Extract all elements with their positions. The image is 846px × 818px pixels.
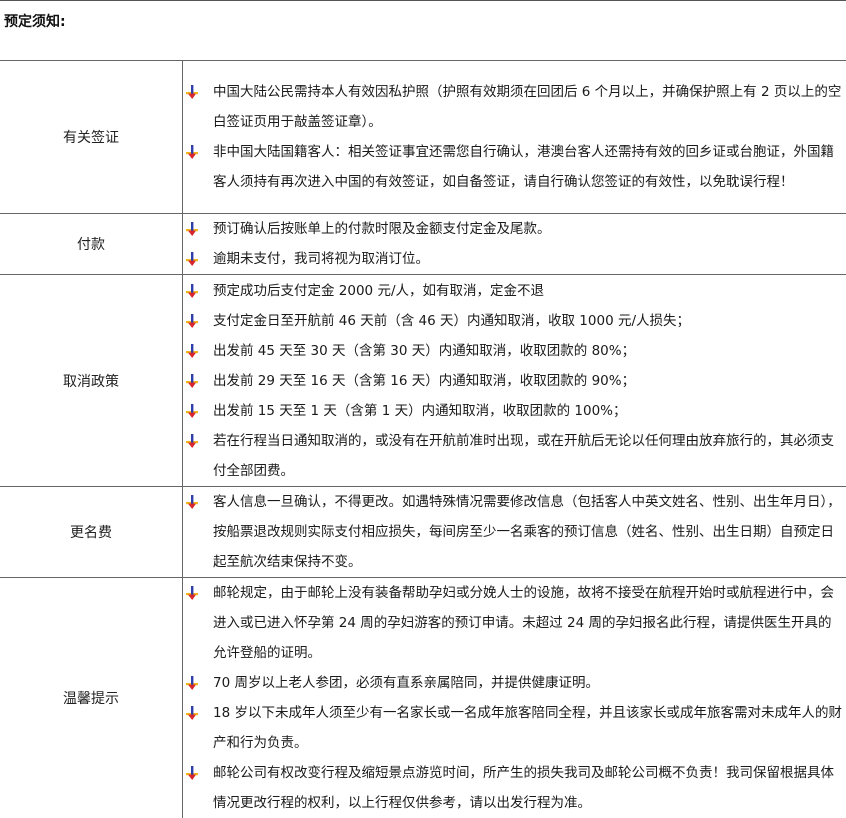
notice-table: 有关签证 中国大陆公民需持本人有效因私护照（护照有效期须在回团后 6 个月以上，… (0, 60, 846, 818)
pin-bullet-icon (185, 373, 199, 389)
list-item: 出发前 15 天至 1 天（含第 1 天）内通知取消，收取团款的 100%； (183, 396, 846, 426)
item-list: 中国大陆公民需持本人有效因私护照（护照有效期须在回团后 6 个月以上，并确保护照… (183, 77, 846, 197)
pin-bullet-icon (185, 585, 199, 601)
item-text: 出发前 45 天至 30 天（含第 30 天）内通知取消，收取团款的 80%； (213, 343, 635, 359)
pin-bullet-icon (185, 313, 199, 329)
item-text: 邮轮规定，由于邮轮上没有装备帮助孕妇或分娩人士的设施，故将不接受在航程开始时或航… (213, 585, 834, 661)
list-item: 出发前 45 天至 30 天（含第 30 天）内通知取消，收取团款的 80%； (183, 336, 846, 366)
section-tips: 温馨提示 邮轮规定，由于邮轮上没有装备帮助孕妇或分娩人士的设施，故将不接受在航程… (0, 578, 846, 818)
item-text: 非中国大陆国籍客人：相关签证事宜还需您自行确认，港澳台客人还需持有效的回乡证或台… (213, 144, 834, 190)
pin-bullet-icon (185, 765, 199, 781)
item-list: 预定成功后支付定金 2000 元/人，如有取消，定金不退 支付定金日至开航前 4… (183, 276, 846, 486)
list-item: 邮轮公司有权改变行程及缩短景点游览时间，所产生的损失我司及邮轮公司概不负责！我司… (183, 758, 846, 818)
section-name-change-fee: 更名费 客人信息一旦确认，不得更改。如遇特殊情况需要修改信息（包括客人中英文姓名… (0, 487, 846, 578)
list-item: 逾期未支付，我司将视为取消订位。 (183, 244, 846, 274)
pin-bullet-icon (185, 675, 199, 691)
pin-bullet-icon (185, 221, 199, 237)
pin-bullet-icon (185, 84, 199, 100)
section-content: 中国大陆公民需持本人有效因私护照（护照有效期须在回团后 6 个月以上，并确保护照… (183, 61, 846, 214)
item-text: 逾期未支付，我司将视为取消订位。 (213, 251, 429, 267)
notice-header: 预定须知: (0, 0, 846, 60)
list-item: 预定成功后支付定金 2000 元/人，如有取消，定金不退 (183, 276, 846, 306)
pin-bullet-icon (185, 705, 199, 721)
section-content: 邮轮规定，由于邮轮上没有装备帮助孕妇或分娩人士的设施，故将不接受在航程开始时或航… (183, 578, 846, 818)
section-label: 取消政策 (0, 275, 183, 487)
item-text: 支付定金日至开航前 46 天前（含 46 天）内通知取消，收取 1000 元/人… (213, 313, 690, 329)
section-label: 温馨提示 (0, 578, 183, 818)
list-item: 支付定金日至开航前 46 天前（含 46 天）内通知取消，收取 1000 元/人… (183, 306, 846, 336)
item-list: 客人信息一旦确认，不得更改。如遇特殊情况需要修改信息（包括客人中英文姓名、性别、… (183, 487, 846, 577)
item-text: 出发前 29 天至 16 天（含第 16 天）内通知取消，收取团款的 90%； (213, 373, 635, 389)
list-item: 中国大陆公民需持本人有效因私护照（护照有效期须在回团后 6 个月以上，并确保护照… (183, 77, 846, 137)
pin-bullet-icon (185, 343, 199, 359)
section-label: 付款 (0, 214, 183, 275)
item-text: 预定成功后支付定金 2000 元/人，如有取消，定金不退 (213, 283, 544, 299)
pin-bullet-icon (185, 144, 199, 160)
section-cancellation: 取消政策 预定成功后支付定金 2000 元/人，如有取消，定金不退 支付定金日至… (0, 275, 846, 487)
pin-bullet-icon (185, 494, 199, 510)
list-item: 邮轮规定，由于邮轮上没有装备帮助孕妇或分娩人士的设施，故将不接受在航程开始时或航… (183, 578, 846, 668)
section-content: 客人信息一旦确认，不得更改。如遇特殊情况需要修改信息（包括客人中英文姓名、性别、… (183, 487, 846, 578)
section-content: 预定成功后支付定金 2000 元/人，如有取消，定金不退 支付定金日至开航前 4… (183, 275, 846, 487)
section-visa: 有关签证 中国大陆公民需持本人有效因私护照（护照有效期须在回团后 6 个月以上，… (0, 61, 846, 214)
list-item: 客人信息一旦确认，不得更改。如遇特殊情况需要修改信息（包括客人中英文姓名、性别、… (183, 487, 846, 577)
item-text: 若在行程当日通知取消的，或没有在开航前准时出现，或在开航后无论以任何理由放弃旅行… (213, 433, 834, 479)
list-item: 预订确认后按账单上的付款时限及金额支付定金及尾款。 (183, 214, 846, 244)
list-item: 出发前 29 天至 16 天（含第 16 天）内通知取消，收取团款的 90%； (183, 366, 846, 396)
item-text: 客人信息一旦确认，不得更改。如遇特殊情况需要修改信息（包括客人中英文姓名、性别、… (213, 494, 841, 570)
list-item: 18 岁以下未成年人须至少有一名家长或一名成年旅客陪同全程，并且该家长或成年旅客… (183, 698, 846, 758)
list-item: 70 周岁以上老人参团，必须有直系亲属陪同，并提供健康证明。 (183, 668, 846, 698)
pin-bullet-icon (185, 251, 199, 267)
item-text: 中国大陆公民需持本人有效因私护照（护照有效期须在回团后 6 个月以上，并确保护照… (213, 84, 841, 130)
list-item: 若在行程当日通知取消的，或没有在开航前准时出现，或在开航后无论以任何理由放弃旅行… (183, 426, 846, 486)
item-list: 邮轮规定，由于邮轮上没有装备帮助孕妇或分娩人士的设施，故将不接受在航程开始时或航… (183, 578, 846, 818)
pin-bullet-icon (185, 403, 199, 419)
item-text: 邮轮公司有权改变行程及缩短景点游览时间，所产生的损失我司及邮轮公司概不负责！我司… (213, 765, 834, 811)
page-title: 预定须知: (4, 11, 66, 31)
item-text: 出发前 15 天至 1 天（含第 1 天）内通知取消，收取团款的 100%； (213, 403, 627, 419)
section-payment: 付款 预订确认后按账单上的付款时限及金额支付定金及尾款。 逾期未支付，我司将视为… (0, 214, 846, 275)
item-text: 预订确认后按账单上的付款时限及金额支付定金及尾款。 (213, 221, 551, 237)
item-list: 预订确认后按账单上的付款时限及金额支付定金及尾款。 逾期未支付，我司将视为取消订… (183, 214, 846, 274)
section-content: 预订确认后按账单上的付款时限及金额支付定金及尾款。 逾期未支付，我司将视为取消订… (183, 214, 846, 275)
pin-bullet-icon (185, 283, 199, 299)
item-text: 70 周岁以上老人参团，必须有直系亲属陪同，并提供健康证明。 (213, 675, 599, 691)
section-label: 有关签证 (0, 61, 183, 214)
list-item: 非中国大陆国籍客人：相关签证事宜还需您自行确认，港澳台客人还需持有效的回乡证或台… (183, 137, 846, 197)
pin-bullet-icon (185, 433, 199, 449)
section-label: 更名费 (0, 487, 183, 578)
item-text: 18 岁以下未成年人须至少有一名家长或一名成年旅客陪同全程，并且该家长或成年旅客… (213, 705, 842, 751)
